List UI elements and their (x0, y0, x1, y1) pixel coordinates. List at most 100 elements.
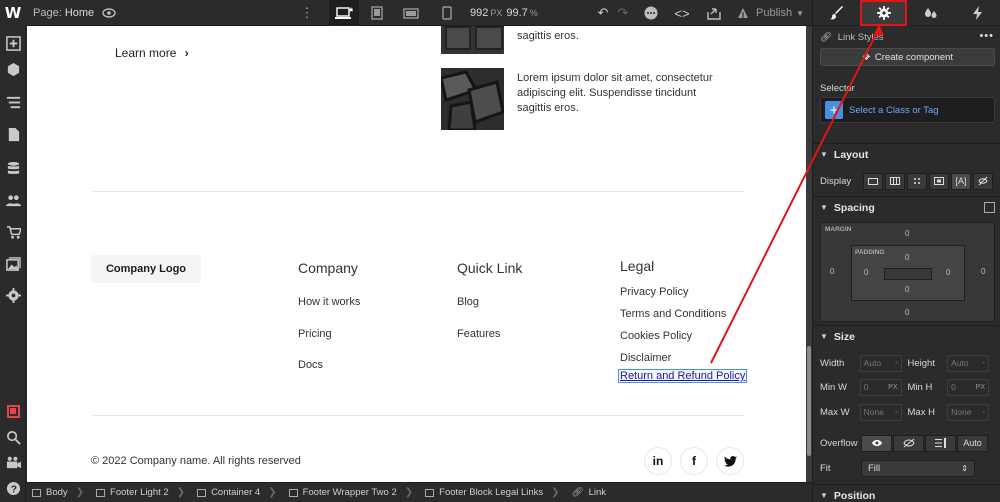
link-styles-text: Link Styles (837, 32, 884, 43)
cms-icon[interactable] (0, 156, 26, 180)
breadcrumb-footer-block[interactable]: Footer Block Legal Links ❯ (419, 483, 565, 502)
display-inline-icon[interactable]: [A] (951, 172, 971, 190)
fit-select[interactable]: Fill ⇕ (861, 459, 975, 477)
breadcrumb-container[interactable]: Container 4 ❯ (191, 483, 283, 502)
margin-left-value[interactable]: 0 (830, 267, 834, 276)
display-block-icon[interactable] (863, 172, 883, 190)
spacing-preset-icon[interactable] (984, 202, 995, 213)
display-grid-icon[interactable] (907, 172, 927, 190)
settings-gear-icon[interactable] (860, 0, 907, 26)
layout-section-header[interactable]: ▼ Layout (813, 143, 1000, 165)
padding-label: PADDING (855, 249, 885, 256)
help-icon[interactable]: ? (0, 476, 26, 500)
position-section-header[interactable]: ▼ Position (813, 484, 1000, 502)
breakpoint-landscape-icon[interactable] (396, 0, 426, 26)
code-icon[interactable]: <> (671, 0, 693, 26)
footer-link[interactable]: Pricing (298, 328, 332, 340)
breadcrumb-body[interactable]: Body ❯ (26, 483, 90, 502)
add-elements-icon[interactable] (0, 31, 26, 55)
min-width-input[interactable]: 0 PX (859, 378, 902, 396)
users-icon[interactable] (0, 188, 26, 212)
fit-row: Fit Fill ⇕ (820, 459, 995, 477)
max-height-input[interactable]: None - (947, 403, 989, 421)
breakpoint-desktop-icon[interactable]: ★ (329, 0, 359, 26)
more-options-icon[interactable]: ••• (979, 30, 994, 42)
footer-link[interactable]: Terms and Conditions (620, 308, 726, 320)
overflow-visible-eye-icon[interactable] (861, 434, 892, 452)
ecommerce-cart-icon[interactable] (0, 220, 26, 244)
interactions-drops-icon[interactable] (907, 0, 954, 26)
content-box (884, 268, 932, 280)
display-flex-icon[interactable] (885, 172, 905, 190)
overflow-hidden-icon[interactable] (893, 434, 924, 452)
pages-icon[interactable] (0, 122, 26, 146)
export-icon[interactable] (703, 0, 725, 26)
symbols-icon[interactable] (0, 57, 26, 81)
video-tutorials-icon[interactable] (0, 450, 26, 474)
footer-link[interactable]: Blog (457, 296, 479, 308)
breadcrumb-link[interactable]: 🔗︎ Link (566, 483, 613, 502)
create-component-button[interactable]: ❖ Create component (820, 48, 995, 66)
assets-icon[interactable] (0, 252, 26, 276)
spacing-section-header[interactable]: ▼ Spacing (813, 196, 1000, 218)
selector-input[interactable]: + Select a Class or Tag (820, 97, 995, 123)
footer-link[interactable]: Features (457, 328, 500, 340)
margin-right-value[interactable]: 0 (981, 267, 985, 276)
footer-link[interactable]: Cookies Policy (620, 330, 692, 342)
design-canvas[interactable]: Learn more › sagittis eros. Lorem ipsum … (27, 26, 806, 482)
footer-link[interactable]: Privacy Policy (620, 286, 688, 298)
add-class-icon[interactable]: + (825, 101, 843, 119)
padding-left-value[interactable]: 0 (864, 268, 868, 277)
display-none-icon[interactable] (973, 172, 993, 190)
overflow-auto-button[interactable]: Auto (957, 434, 988, 452)
max-width-input[interactable]: None - (859, 403, 902, 421)
settings-gear-icon[interactable] (0, 283, 26, 307)
preview-eye-icon[interactable] (100, 0, 118, 26)
linkedin-icon[interactable]: in (644, 447, 672, 475)
search-icon[interactable] (0, 425, 26, 449)
audit-icon[interactable] (0, 399, 26, 423)
height-input[interactable]: Auto - (947, 354, 989, 372)
style-panel: 🔗︎ Link Styles ••• ❖ Create component Se… (812, 0, 1000, 502)
more-options-icon[interactable] (640, 0, 662, 26)
page-selector[interactable]: Page: Home (33, 0, 94, 26)
undo-icon[interactable]: ↶ (592, 0, 614, 26)
scrollbar-thumb[interactable] (807, 346, 811, 456)
left-toolbar: ? (0, 26, 26, 502)
caret-down-icon: ▼ (820, 332, 828, 341)
caret-down-icon: ▼ (820, 150, 828, 159)
width-input[interactable]: Auto - (859, 354, 902, 372)
learn-more-link[interactable]: Learn more › (115, 46, 189, 60)
publish-button[interactable]: Publish ▼ (736, 0, 804, 26)
size-section-header[interactable]: ▼ Size (813, 325, 1000, 347)
margin-top-value[interactable]: 0 (905, 229, 909, 238)
breadcrumb-footer-wrapper[interactable]: Footer Wrapper Two 2 ❯ (283, 483, 420, 502)
padding-top-value[interactable]: 0 (905, 253, 909, 262)
learn-more-label: Learn more (115, 46, 177, 60)
overflow-scroll-icon[interactable] (925, 434, 956, 452)
breadcrumb-footer-light[interactable]: Footer Light 2 ❯ (90, 483, 191, 502)
lightning-icon[interactable] (954, 0, 1000, 26)
margin-bottom-value[interactable]: 0 (905, 308, 909, 317)
footer-link[interactable]: Docs (298, 359, 323, 371)
facebook-icon[interactable]: f (680, 447, 708, 475)
breakpoint-mobile-icon[interactable] (432, 0, 462, 26)
twitter-icon[interactable] (716, 447, 744, 475)
breakpoint-tablet-icon[interactable] (362, 0, 392, 26)
page-prefix: Page: (33, 7, 62, 19)
padding-bottom-value[interactable]: 0 (905, 285, 909, 294)
webflow-logo-icon[interactable]: W (0, 0, 26, 26)
style-brush-icon[interactable] (813, 0, 860, 26)
company-logo[interactable]: Company Logo (91, 255, 201, 283)
padding-right-value[interactable]: 0 (946, 268, 950, 277)
redo-icon[interactable]: ↷ (612, 0, 634, 26)
display-inline-block-icon[interactable] (929, 172, 949, 190)
footer-link[interactable]: How it works (298, 296, 360, 308)
navigator-icon[interactable] (0, 90, 26, 114)
more-vertical-icon[interactable]: ⋮ (300, 0, 314, 26)
size-title: Size (833, 330, 855, 343)
footer-link[interactable]: Disclaimer (620, 352, 671, 364)
selected-footer-link[interactable]: Return and Refund Policy (617, 369, 748, 383)
article-text: sagittis eros. (517, 30, 579, 42)
min-height-input[interactable]: 0 PX (947, 378, 989, 396)
